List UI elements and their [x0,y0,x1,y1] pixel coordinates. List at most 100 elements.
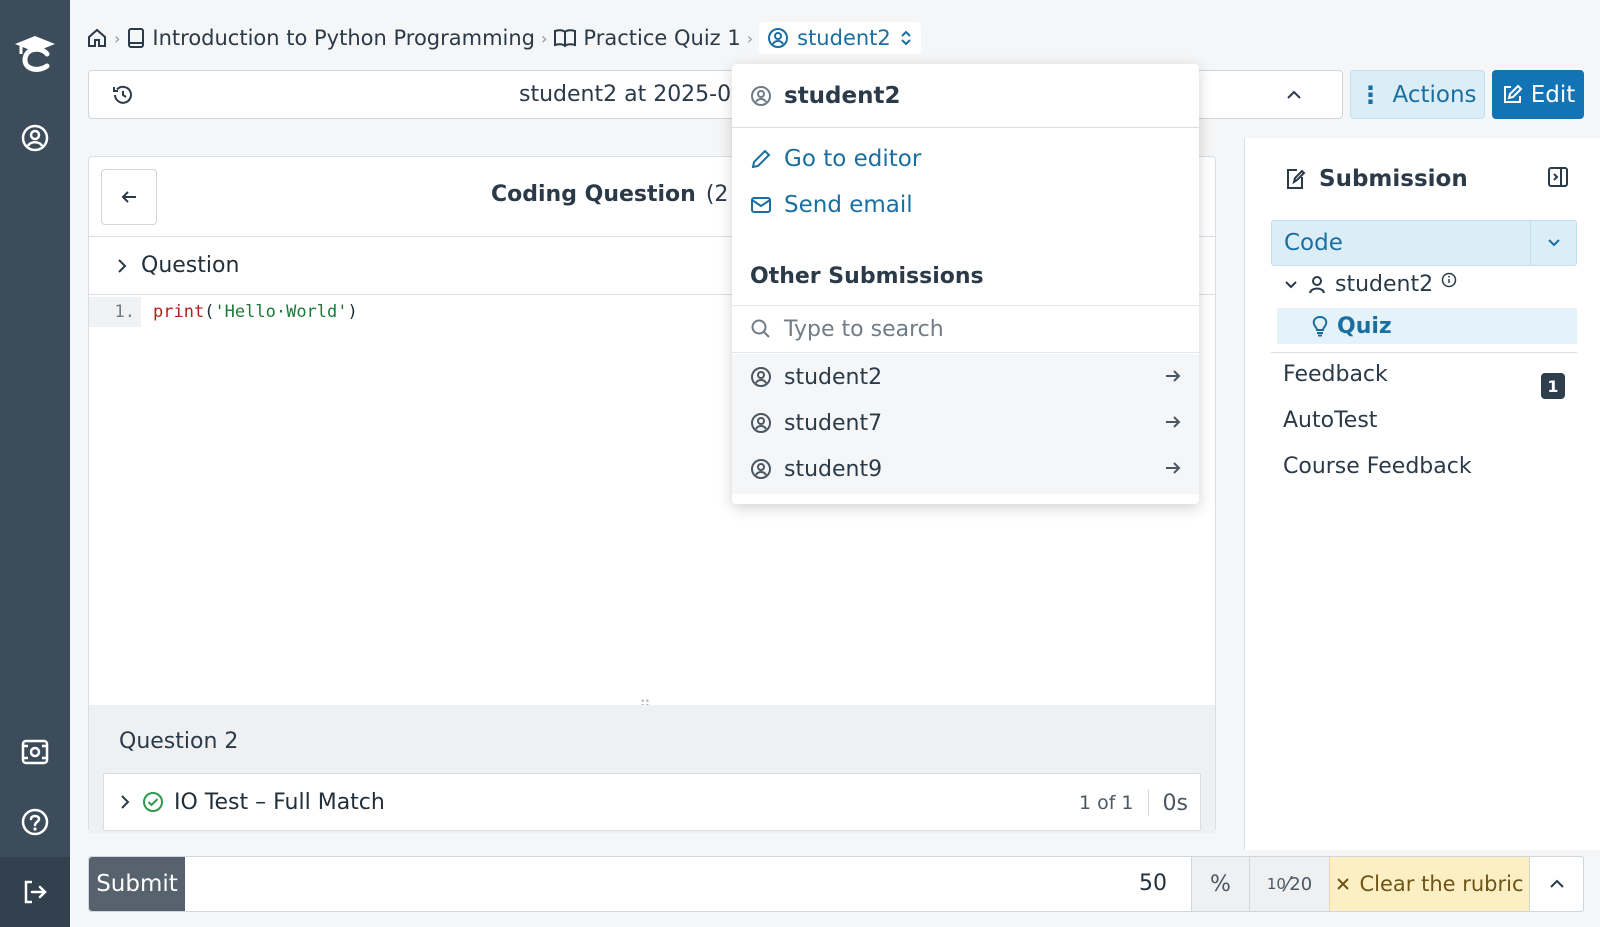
actions-button-label: Actions [1392,81,1477,108]
score-input[interactable]: 50 [1139,871,1167,896]
divider [1271,352,1577,353]
clear-rubric-button[interactable]: Clear the rubric [1329,857,1529,911]
user-circle-icon [751,367,771,387]
code-string: 'Hello·World' [214,302,348,322]
info-icon[interactable] [1441,272,1457,288]
question-2-section: Question 2 IO Test – Full Match 1 of 1 0… [89,705,1215,833]
code-paren-close: ) [347,302,358,322]
actions-button[interactable]: ⋮ Actions [1350,70,1485,119]
help-icon[interactable] [0,802,70,842]
user-circle-icon [751,413,771,433]
open-book-icon [554,29,577,48]
rubric-toggle-button[interactable] [1529,857,1583,911]
chevron-up-down-icon [901,30,911,46]
history-icon [113,85,132,104]
code-paren-open: ( [204,302,215,322]
autotest-link[interactable]: AutoTest [1283,408,1377,433]
list-item-label: student7 [784,410,883,436]
io-test-time: 0s [1162,790,1188,816]
home-icon [88,28,106,47]
go-to-editor-link[interactable]: Go to editor [750,146,921,172]
go-to-editor-label: Go to editor [784,146,922,172]
submission-search-input[interactable]: Type to search [732,305,1199,353]
user-switcher-dropdown: student2 Go to editor Send email Other S… [732,64,1199,504]
file-tree-user[interactable]: student2 [1283,272,1457,297]
file-edit-icon [1287,169,1306,189]
user-circle-icon [768,28,789,48]
divider [1147,790,1149,816]
fraction-denominator: 20 [1289,873,1313,895]
code-content[interactable]: print('Hello·World') [141,302,358,322]
list-item[interactable]: student2 [732,354,1199,400]
question-toggle-label: Question [141,253,240,278]
arrow-left-icon [121,191,136,203]
question-title: Coding Question (2 o [491,182,749,207]
other-submissions-list: student2 student7 student9 [732,354,1199,494]
send-email-link[interactable]: Send email [750,192,913,218]
arrow-right-icon [1166,462,1181,474]
breadcrumb: › Introduction to Python Programming › P… [86,18,921,58]
pencil-icon [751,149,771,169]
book-icon [128,28,145,48]
close-icon [1337,878,1350,890]
user-circle-icon [751,459,771,479]
settings-panel-icon[interactable] [0,732,70,772]
code-function: print [153,302,205,322]
percent-label: % [1191,857,1249,911]
feedback-count-badge: 1 [1541,373,1565,399]
logout-button[interactable] [0,857,70,927]
user-circle-icon [751,85,771,106]
user-circle-icon[interactable] [0,118,70,158]
edit-button[interactable]: Edit [1492,70,1584,119]
list-item[interactable]: student9 [732,446,1199,492]
breadcrumb-assignment-label: Practice Quiz 1 [583,26,741,50]
io-test-label: IO Test – Full Match [174,789,385,815]
course-feedback-link[interactable]: Course Feedback [1283,454,1472,479]
other-submissions-title: Other Submissions [750,264,984,289]
mail-icon [751,197,771,213]
panel-collapse-icon[interactable] [1547,166,1569,188]
breadcrumb-user-switcher[interactable]: student2 [759,22,921,54]
chevron-right-icon: › [541,28,548,48]
breadcrumb-course[interactable]: Introduction to Python Programming [126,26,535,50]
check-circle-icon [143,792,163,812]
chevron-up-icon[interactable] [1285,87,1303,103]
line-number: 1. [89,297,141,327]
back-button[interactable] [101,169,157,225]
list-item-label: student9 [784,456,883,482]
feedback-link[interactable]: Feedback [1283,362,1388,387]
list-item[interactable]: student7 [732,400,1199,446]
file-tree-quiz[interactable]: Quiz [1277,308,1577,344]
dropdown-current-user: student2 [732,64,1199,128]
logout-icon [24,880,47,904]
submission-label: student2 at 2025-0 [519,82,732,107]
file-tree-user-label: student2 [1335,272,1434,297]
rubric-fraction: 10 ⁄ 20 [1249,857,1329,911]
breadcrumb-user-label: student2 [797,26,891,50]
fraction-numerator: 10 [1266,875,1286,893]
lightbulb-icon [1312,315,1328,337]
io-test-row[interactable]: IO Test – Full Match 1 of 1 0s [103,773,1201,831]
kebab-icon: ⋮ [1358,80,1383,109]
search-placeholder: Type to search [784,316,944,342]
grading-bar: Submit 50 % 10 ⁄ 20 Clear the rubric [88,856,1584,912]
view-select[interactable]: Code [1271,220,1577,266]
question-title-label: Coding Question [491,182,696,207]
search-icon [751,319,770,338]
submit-button[interactable]: Submit [89,857,185,911]
breadcrumb-assignment[interactable]: Practice Quiz 1 [553,26,741,50]
chevron-right-icon: › [114,28,121,48]
io-test-count: 1 of 1 [1078,792,1134,814]
dropdown-current-user-label: student2 [784,82,901,109]
chevron-down-icon [1285,280,1297,288]
view-select-value: Code [1284,230,1343,256]
send-email-label: Send email [784,192,913,218]
submission-panel-title: Submission [1319,166,1468,192]
chevron-right-icon [121,795,130,809]
list-item-label: student2 [784,364,883,390]
sidebar [0,0,70,927]
breadcrumb-home[interactable] [86,27,108,49]
question-2-label: Question 2 [119,729,239,754]
arrow-right-icon [1166,370,1181,382]
logo-icon[interactable] [0,22,70,82]
